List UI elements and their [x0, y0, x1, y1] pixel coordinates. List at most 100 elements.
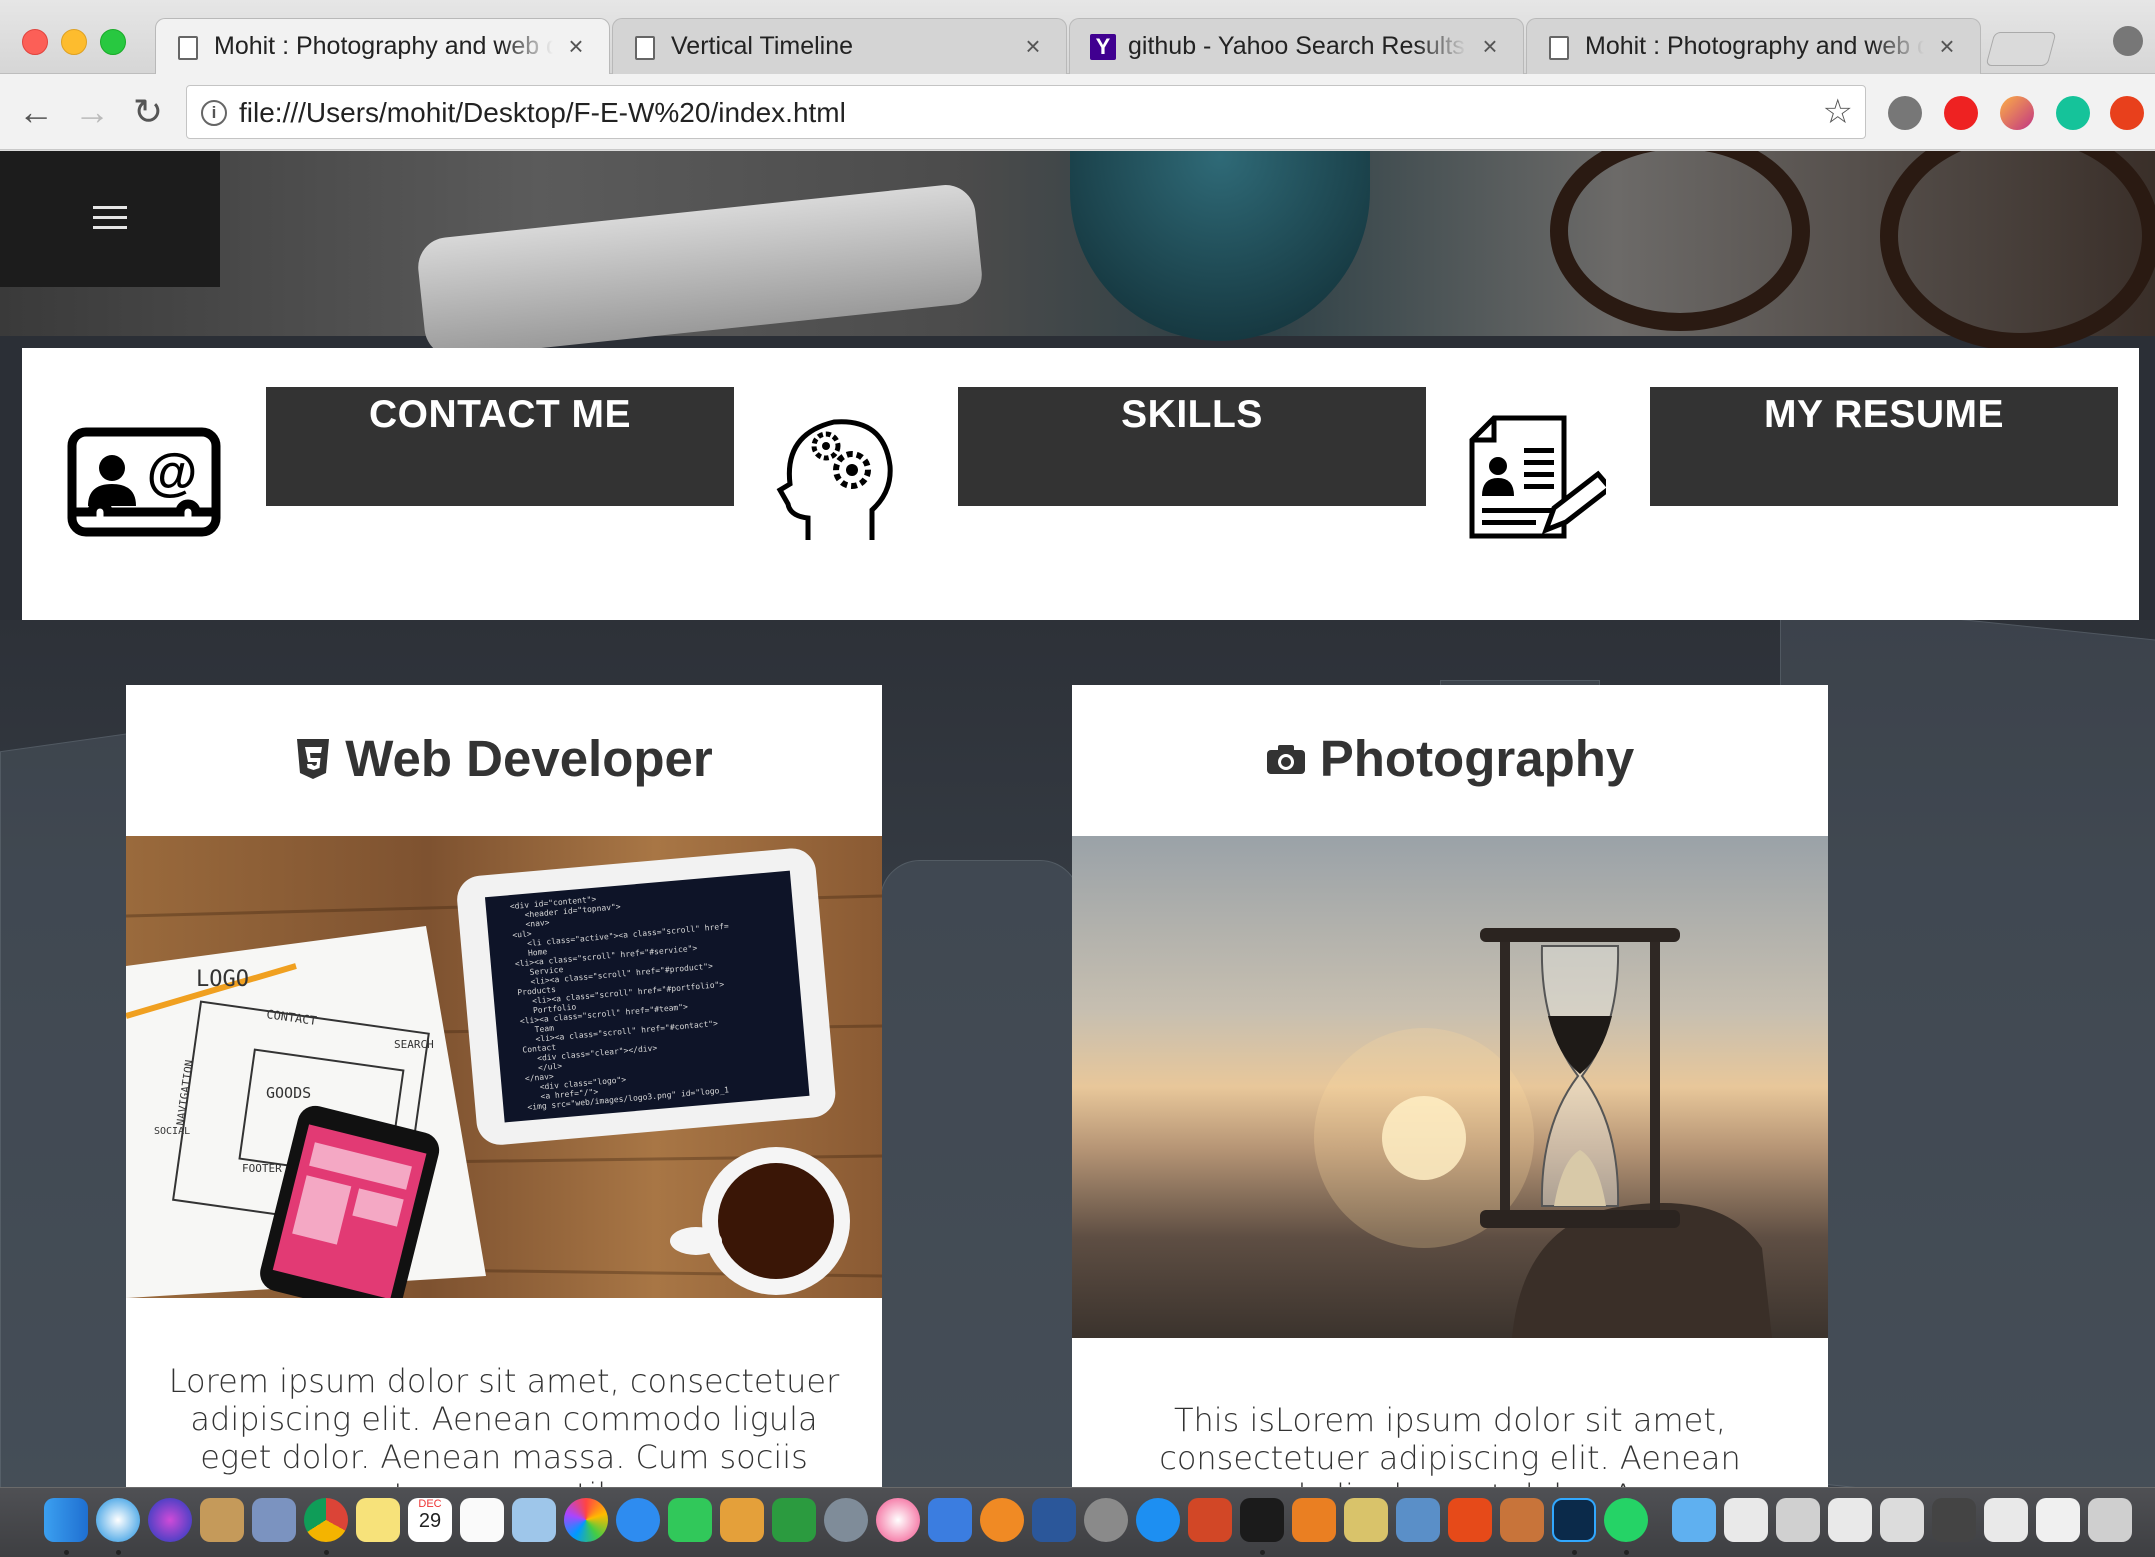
tab-close-icon[interactable]: × [563, 31, 589, 62]
whatsapp-icon[interactable] [1604, 1498, 1648, 1542]
numbers-icon[interactable] [772, 1498, 816, 1542]
hero-cup-image [1070, 151, 1370, 341]
tab-mohit-active[interactable]: Mohit : Photography and web developer × [155, 18, 610, 74]
safari-icon[interactable] [96, 1498, 140, 1542]
tab-close-icon[interactable]: × [1934, 31, 1960, 62]
skills-button[interactable]: SKILLS [958, 387, 1426, 506]
pages-icon[interactable] [720, 1498, 764, 1542]
page-viewport: @ CONTACT ME SKILLS MY RESUME Web Develo… [0, 151, 2155, 1487]
contact-me-button[interactable]: CONTACT ME [266, 387, 734, 506]
siri-icon[interactable] [148, 1498, 192, 1542]
image-capture-icon[interactable] [1396, 1498, 1440, 1542]
notes-icon[interactable] [356, 1498, 400, 1542]
tab-close-icon[interactable]: × [1020, 31, 1046, 62]
instagram-extension-icon[interactable] [2000, 96, 2034, 130]
itunes-icon[interactable] [876, 1498, 920, 1542]
page-icon [1549, 36, 1569, 60]
building-image [1780, 600, 2155, 1487]
brain-gears-icon[interactable] [774, 410, 894, 550]
contacts-icon[interactable] [200, 1498, 244, 1542]
terminal-icon[interactable] [1240, 1498, 1284, 1542]
my-resume-button[interactable]: MY RESUME [1650, 387, 2118, 506]
address-bar-url[interactable]: file:///Users/mohit/Desktop/F-E-W%20/ind… [239, 97, 846, 129]
new-tab-button[interactable] [1985, 32, 2057, 66]
garageband-icon[interactable] [1500, 1498, 1544, 1542]
photos-icon[interactable] [564, 1498, 608, 1542]
tab-vertical-timeline[interactable]: Vertical Timeline × [612, 18, 1067, 74]
finder-icon[interactable] [44, 1498, 88, 1542]
sketch-label: FOOTER [242, 1162, 282, 1175]
window-zoom-button[interactable] [100, 29, 126, 55]
trash-icon[interactable] [2088, 1498, 2132, 1542]
downloads-folder-icon[interactable] [1672, 1498, 1716, 1542]
calendar-icon[interactable]: DEC 29 [408, 1498, 452, 1542]
desk-code-tablet-image: LOGO CONTACT SEARCH NAVIGATION GOODS SOC… [126, 836, 882, 1298]
hero-glasses-image [1550, 151, 1810, 331]
profile-avatar-icon[interactable] [2113, 26, 2143, 56]
hero-phone-image [415, 182, 985, 360]
reload-button[interactable]: ↻ [126, 90, 170, 134]
running-indicator [1260, 1550, 1265, 1555]
adblock-extension-icon[interactable] [1944, 96, 1978, 130]
ibooks-icon[interactable] [980, 1498, 1024, 1542]
hero-banner [0, 151, 2155, 360]
recent-window-thumbnail[interactable] [1932, 1498, 1976, 1542]
photoshop-icon[interactable] [1552, 1498, 1596, 1542]
grammarly-extension-icon[interactable] [2056, 96, 2090, 130]
window-minimize-button[interactable] [61, 29, 87, 55]
window-close-button[interactable] [22, 29, 48, 55]
card-description: Lorem ipsum dolor sit amet, consectetuer… [168, 1362, 840, 1487]
site-info-icon[interactable]: i [201, 100, 227, 126]
recent-window-thumbnail[interactable] [1984, 1498, 2028, 1542]
running-indicator [64, 1550, 69, 1555]
recent-window-thumbnail[interactable] [1880, 1498, 1924, 1542]
resume-icon[interactable] [1466, 412, 1606, 542]
back-button[interactable]: ← [14, 90, 58, 134]
hourglass-illustration [1314, 928, 1772, 1338]
sketch-label: GOODS [266, 1084, 311, 1102]
tab-mohit-second[interactable]: Mohit : Photography and web developer × [1526, 18, 1981, 74]
recent-window-thumbnail[interactable] [1776, 1498, 1820, 1542]
chrome-icon[interactable] [304, 1498, 348, 1542]
sketch-label: SEARCH [394, 1038, 434, 1051]
feature-bar: @ CONTACT ME SKILLS MY RESUME [22, 348, 2139, 620]
sublime-text-icon[interactable] [1292, 1498, 1336, 1542]
recent-window-thumbnail[interactable] [1828, 1498, 1872, 1542]
powerpoint-icon[interactable] [1188, 1498, 1232, 1542]
tab-close-icon[interactable]: × [1477, 31, 1503, 62]
preview-icon[interactable] [512, 1498, 556, 1542]
hamburger-menu-icon[interactable] [93, 206, 127, 230]
upload-extension-icon[interactable] [2110, 96, 2144, 130]
mail-icon[interactable] [252, 1498, 296, 1542]
keynote-icon[interactable] [928, 1498, 972, 1542]
tab-title: Mohit : Photography and web developer [1585, 32, 1924, 60]
office-icon[interactable] [1448, 1498, 1492, 1542]
messages-icon[interactable] [616, 1498, 660, 1542]
system-preferences-icon[interactable] [1084, 1498, 1128, 1542]
menu-toggle[interactable] [0, 151, 220, 287]
extension-icon[interactable] [1888, 96, 1922, 130]
tab-yahoo-search[interactable]: Y github - Yahoo Search Results × [1069, 18, 1524, 74]
contact-card-icon[interactable]: @ [66, 426, 222, 544]
facetime-icon[interactable] [668, 1498, 712, 1542]
tab-title: Mohit : Photography and web developer [214, 32, 553, 60]
app-store-icon[interactable] [1136, 1498, 1180, 1542]
xcode-instruments-icon[interactable] [1344, 1498, 1388, 1542]
reminders-icon[interactable] [460, 1498, 504, 1542]
recent-window-thumbnail[interactable] [2036, 1498, 2080, 1542]
browser-tab-bar: Mohit : Photography and web developer × … [0, 0, 2155, 74]
card-title-text: Web Developer [345, 730, 713, 787]
forward-button[interactable]: → [70, 90, 114, 134]
yahoo-icon: Y [1090, 34, 1116, 60]
running-indicator [116, 1550, 121, 1555]
launchpad-icon[interactable] [824, 1498, 868, 1542]
recent-window-thumbnail[interactable] [1724, 1498, 1768, 1542]
card-title-text: Photography [1319, 730, 1635, 787]
hero-glasses-image [1880, 151, 2155, 351]
word-icon[interactable] [1032, 1498, 1076, 1542]
address-bar[interactable]: i file:///Users/mohit/Desktop/F-E-W%20/i… [186, 85, 1866, 139]
calendar-day: 29 [418, 1510, 442, 1532]
bookmark-star-icon[interactable]: ☆ [1823, 92, 1853, 132]
calendar-month: DEC [418, 1498, 442, 1510]
camera-icon [1266, 744, 1305, 774]
